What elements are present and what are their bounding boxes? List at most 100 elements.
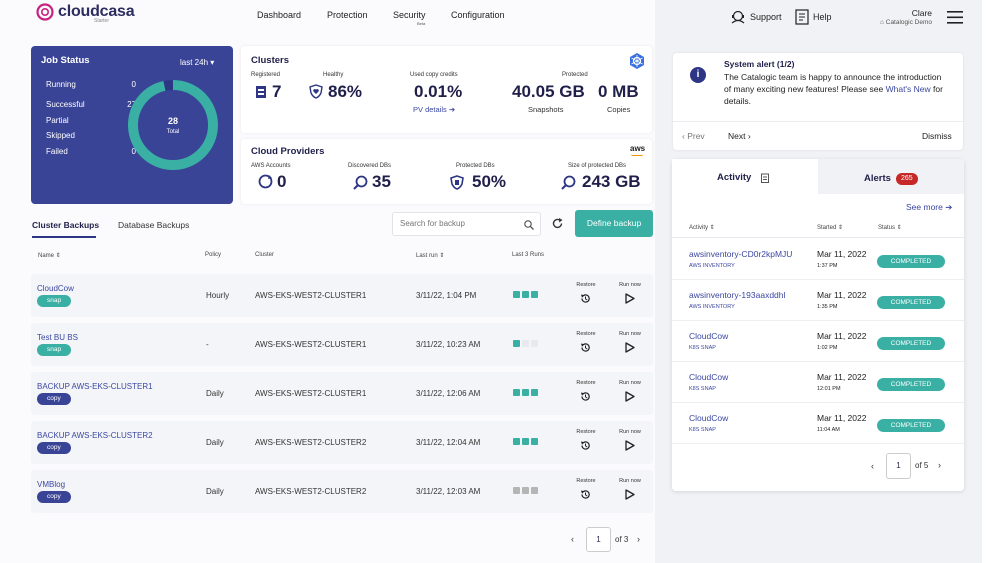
play-icon[interactable] (624, 489, 635, 500)
activity-next-page[interactable]: › (938, 460, 941, 470)
col-name-header[interactable]: Name ⇕ (38, 252, 61, 259)
see-more-link[interactable]: See more ➔ (906, 202, 952, 213)
restore-history-icon[interactable] (580, 391, 591, 402)
last-three-runs (513, 291, 540, 300)
backup-name-link[interactable]: BACKUP AWS-EKS-CLUSTER2 (37, 431, 153, 440)
headset-icon (731, 10, 745, 24)
activity-name-link[interactable]: awsinventory-193aaxddhl (689, 290, 785, 300)
hamburger-menu-icon[interactable] (947, 11, 963, 24)
play-icon[interactable] (624, 293, 635, 304)
support-link[interactable]: Support (730, 9, 782, 25)
last-three-runs (513, 340, 540, 349)
activity-col-header[interactable]: Activity ⇕ (689, 224, 715, 231)
backup-search[interactable] (392, 212, 541, 236)
run-status-square (513, 340, 520, 347)
restore-history-icon[interactable] (580, 489, 591, 500)
define-backup-button[interactable]: Define backup (575, 210, 653, 237)
refresh-icon[interactable] (552, 218, 563, 229)
cloud-providers-card: Cloud Providers aws AWS Accounts 0 Disco… (241, 139, 652, 204)
backups-prev-page[interactable]: ‹ (571, 534, 574, 544)
nav-configuration[interactable]: Configuration (451, 10, 505, 20)
job-row-skipped: Skipped 1 (46, 131, 136, 140)
activity-page-number[interactable]: 1 (886, 453, 911, 479)
alert-dismiss[interactable]: Dismiss (922, 131, 952, 141)
protected-dbs-label: Protected DBs (456, 163, 495, 169)
backup-name-link[interactable]: VMBlog (37, 480, 65, 489)
activity-time: 1:35 PM (817, 304, 838, 310)
activity-prev-page[interactable]: ‹ (871, 461, 874, 471)
run-status-square (522, 487, 529, 494)
job-row-label: Partial (46, 116, 69, 125)
status-col-label: Status (878, 225, 896, 231)
status-badge: COMPLETED (877, 337, 945, 350)
alerts-count-badge: 265 (896, 173, 918, 185)
backup-policy: Hourly (206, 291, 230, 300)
activity-time: 12:01 PM (817, 386, 841, 392)
backup-search-input[interactable] (400, 219, 515, 228)
tab-cluster-backups[interactable]: Cluster Backups (32, 220, 99, 230)
activity-name-link[interactable]: awsinventory-CD0r2kpMJU (689, 249, 792, 259)
job-donut-chart: 28 Total (128, 80, 218, 170)
restore-history-icon[interactable] (580, 440, 591, 451)
activity-date: Mar 11, 2022 (817, 249, 867, 259)
book-icon (795, 9, 809, 25)
backups-next-page[interactable]: › (637, 534, 640, 544)
tab-alerts[interactable]: Alerts 265 (818, 159, 964, 194)
run-status-square (531, 438, 538, 445)
job-row-label: Successful (46, 100, 85, 109)
user-menu[interactable]: Clare ⌂ Catalogic Demo (860, 8, 932, 26)
last-three-runs (513, 438, 540, 447)
backup-name-link[interactable]: Test BU BS (37, 333, 78, 342)
backup-name-link[interactable]: BACKUP AWS-EKS-CLUSTER1 (37, 382, 153, 391)
activity-date: Mar 11, 2022 (817, 413, 867, 423)
play-icon[interactable] (624, 440, 635, 451)
info-icon: i (690, 67, 706, 83)
restore-history-icon[interactable] (580, 342, 591, 353)
last-three-runs (513, 389, 540, 398)
shield-icon (450, 175, 464, 190)
started-col-header[interactable]: Started ⇕ (817, 224, 843, 231)
job-row-running: Running 0 (46, 80, 136, 89)
last-three-runs (513, 487, 540, 496)
play-icon[interactable] (624, 391, 635, 402)
brand-edition: Starter (94, 18, 110, 24)
play-icon[interactable] (624, 342, 635, 353)
backup-type-badge: copy (37, 393, 71, 405)
run-status-square (513, 389, 520, 396)
activity-name-link[interactable]: CloudCow (689, 372, 728, 382)
backups-page-number[interactable]: 1 (586, 527, 611, 552)
job-row-failed: Failed 0 (46, 147, 136, 156)
col-lastrun-header[interactable]: Last run ⇕ (416, 252, 444, 259)
nav-protection[interactable]: Protection (327, 10, 368, 20)
activity-row-divider (672, 402, 964, 403)
alert-prev[interactable]: ‹ Prev (682, 131, 705, 141)
tab-activity[interactable]: Activity (672, 159, 818, 194)
alert-next[interactable]: Next › (728, 131, 751, 141)
job-row-label: Skipped (46, 131, 75, 140)
help-link[interactable]: Help (795, 9, 832, 25)
cloudcasa-logo-icon (36, 3, 54, 21)
nav-dashboard[interactable]: Dashboard (257, 10, 301, 20)
pv-details-link[interactable]: PV details ➔ (413, 105, 455, 114)
nav-security[interactable]: Security Beta (393, 10, 426, 26)
restore-history-icon[interactable] (580, 293, 591, 304)
user-org: ⌂ Catalogic Demo (860, 19, 932, 26)
backup-last-run: 3/11/22, 12:03 AM (416, 487, 481, 496)
search-icon[interactable] (524, 220, 534, 230)
status-badge: COMPLETED (877, 378, 945, 391)
brand-logo[interactable]: cloudcasa Starter (36, 3, 135, 24)
activity-name-link[interactable]: CloudCow (689, 331, 728, 341)
job-range-select[interactable]: last 24h ▾ (180, 58, 214, 67)
db-size-value: 243 GB (582, 172, 641, 191)
sort-icon: ⇕ (896, 225, 902, 231)
system-alert-card: i System alert (1/2) The Catalogic team … (673, 53, 963, 150)
run-status-square (513, 438, 520, 445)
activity-name-link[interactable]: CloudCow (689, 413, 728, 423)
tab-database-backups[interactable]: Database Backups (118, 220, 189, 230)
whats-new-link[interactable]: What's New (886, 84, 931, 94)
backup-name-link[interactable]: CloudCow (37, 284, 74, 293)
aws-logo-icon: aws (630, 144, 646, 153)
restore-label: Restore (576, 478, 596, 484)
activity-time: 1:02 PM (817, 345, 838, 351)
status-col-header[interactable]: Status ⇕ (878, 224, 902, 231)
